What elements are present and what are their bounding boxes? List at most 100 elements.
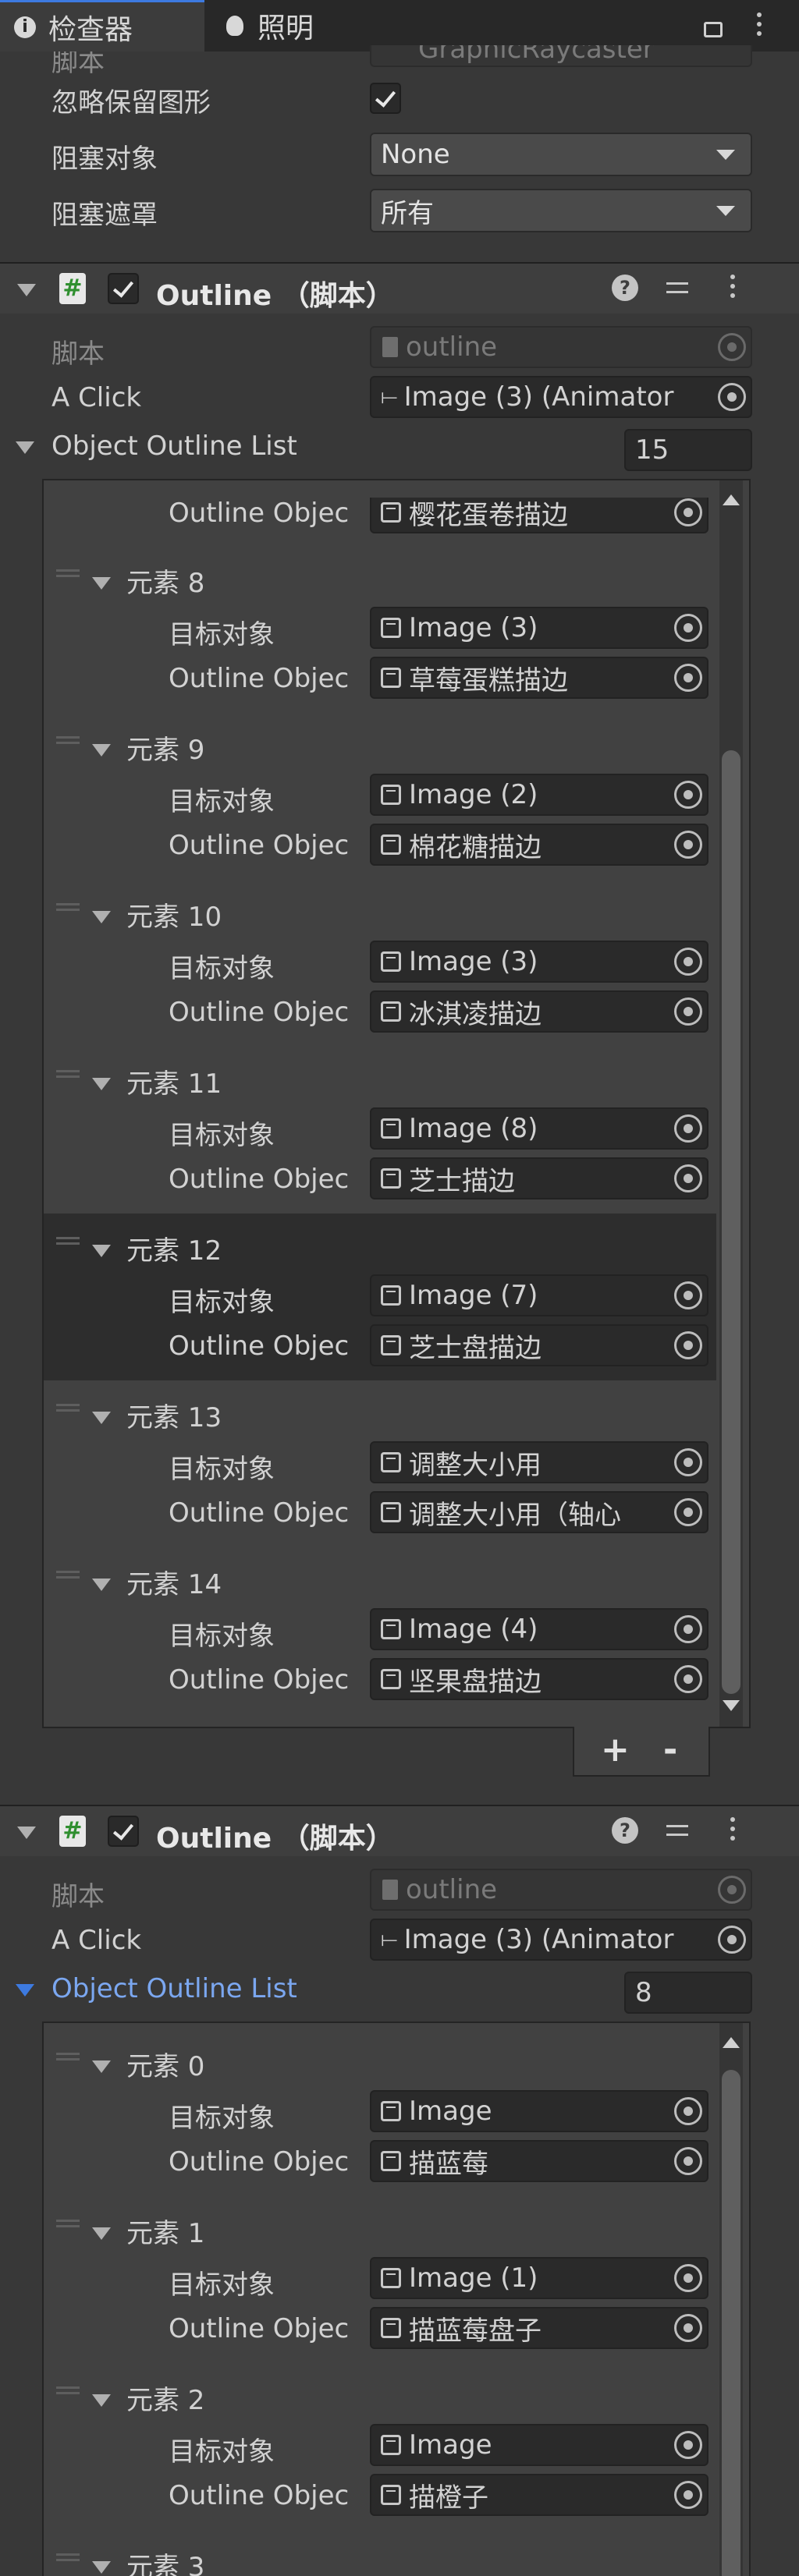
ignore-reversed-checkbox[interactable] (370, 83, 401, 114)
outline-object-field[interactable]: 描蓝莓盘子 (370, 2307, 708, 2349)
component-enabled-checkbox[interactable] (108, 273, 139, 304)
scroll-up-arrow-icon[interactable] (723, 494, 740, 505)
object-outline-list-label[interactable]: Object Outline List (51, 1973, 297, 2004)
object-picker-icon[interactable] (674, 1281, 702, 1309)
object-picker-icon[interactable] (674, 1164, 702, 1192)
aclick-field[interactable]: ⟝ Image (3) (Animator (370, 1919, 752, 1961)
object-picker-icon[interactable] (674, 997, 702, 1026)
list-size-field[interactable]: 8 (624, 1972, 752, 2014)
object-picker-icon[interactable] (718, 1876, 746, 1904)
outline-object-field[interactable]: 调整大小用（轴心 (370, 1491, 708, 1533)
element-foldout-arrow-icon[interactable] (92, 911, 111, 923)
drag-handle-icon[interactable] (56, 1571, 80, 1579)
tab-lighting[interactable]: 照明 (226, 0, 314, 51)
element-foldout-arrow-icon[interactable] (92, 2394, 111, 2407)
object-picker-icon[interactable] (674, 2264, 702, 2292)
element-foldout-arrow-icon[interactable] (92, 1579, 111, 1591)
element-header[interactable]: 元素 0 (126, 2045, 204, 2083)
drag-handle-icon[interactable] (56, 1070, 80, 1078)
object-picker-icon[interactable] (674, 2097, 702, 2125)
target-object-field[interactable]: Image (4) (370, 1608, 708, 1650)
scroll-thumb[interactable] (722, 2070, 740, 2576)
object-picker-icon[interactable] (674, 948, 702, 976)
drag-handle-icon[interactable] (56, 2553, 80, 2561)
partial-outline-field[interactable]: 樱花蛋卷描边 (370, 498, 708, 533)
drag-handle-icon[interactable] (56, 2386, 80, 2394)
drag-handle-icon[interactable] (56, 1237, 80, 1245)
outline-object-field[interactable]: 棉花糖描边 (370, 824, 708, 866)
tab-inspector[interactable]: i 检查器 (0, 0, 204, 51)
element-foldout-arrow-icon[interactable] (92, 744, 111, 757)
object-picker-icon[interactable] (674, 1615, 702, 1643)
target-object-field[interactable]: 调整大小用 (370, 1441, 708, 1483)
foldout-arrow-icon[interactable] (17, 284, 36, 296)
element-header[interactable]: 元素 10 (126, 895, 222, 934)
object-picker-icon[interactable] (674, 2431, 702, 2459)
object-picker-icon[interactable] (718, 1926, 746, 1954)
component-header-outline-2[interactable]: # Outline （脚本） ? (0, 1805, 799, 1856)
scroll-down-arrow-icon[interactable] (723, 1700, 740, 1711)
element-header[interactable]: 元素 2 (126, 2379, 204, 2417)
presets-icon[interactable] (666, 278, 688, 298)
lock-icon[interactable] (704, 22, 723, 37)
object-picker-icon[interactable] (718, 333, 746, 361)
element-foldout-arrow-icon[interactable] (92, 2227, 111, 2240)
object-picker-icon[interactable] (674, 2314, 702, 2342)
blocking-mask-dropdown[interactable]: 所有 (370, 189, 752, 232)
target-object-field[interactable]: Image (1) (370, 2257, 708, 2299)
target-object-field[interactable]: Image (370, 2090, 708, 2132)
object-picker-icon[interactable] (674, 831, 702, 859)
element-header[interactable]: 元素 1 (126, 2212, 204, 2250)
presets-icon[interactable] (666, 1820, 688, 1841)
add-element-button[interactable]: + (601, 1730, 630, 1770)
object-picker-icon[interactable] (674, 1114, 702, 1143)
remove-element-button[interactable]: - (663, 1730, 677, 1770)
component-enabled-checkbox[interactable] (108, 1816, 139, 1847)
help-icon[interactable]: ? (612, 1817, 638, 1844)
element-foldout-arrow-icon[interactable] (92, 2060, 111, 2073)
element-foldout-arrow-icon[interactable] (92, 1412, 111, 1424)
object-outline-list-label[interactable]: Object Outline List (51, 431, 297, 462)
list-size-field[interactable]: 15 (624, 429, 752, 471)
outline-object-field[interactable]: 冰淇凌描边 (370, 990, 708, 1033)
object-picker-icon[interactable] (674, 1331, 702, 1359)
scroll-up-arrow-icon[interactable] (723, 2037, 740, 2048)
blocking-objects-dropdown[interactable]: None (370, 133, 752, 176)
component-menu-icon[interactable] (730, 1817, 735, 1845)
outline-object-field[interactable]: 芝士描边 (370, 1157, 708, 1199)
drag-handle-icon[interactable] (56, 569, 80, 577)
outline-object-field[interactable]: 草莓蛋糕描边 (370, 657, 708, 699)
aclick-field[interactable]: ⟝ Image (3) (Animator (370, 376, 752, 418)
element-header[interactable]: 元素 13 (126, 1396, 222, 1434)
element-foldout-arrow-icon[interactable] (92, 1245, 111, 1257)
object-picker-icon[interactable] (674, 2147, 702, 2175)
object-picker-icon[interactable] (718, 383, 746, 411)
target-object-field[interactable]: Image (370, 2424, 708, 2466)
target-object-field[interactable]: Image (3) (370, 607, 708, 649)
target-object-field[interactable]: Image (2) (370, 774, 708, 816)
element-header[interactable]: 元素 11 (126, 1062, 222, 1100)
drag-handle-icon[interactable] (56, 2053, 80, 2060)
element-foldout-arrow-icon[interactable] (92, 1078, 111, 1090)
foldout-arrow-icon[interactable] (17, 1827, 36, 1839)
element-header[interactable]: 元素 12 (126, 1229, 222, 1267)
outline-object-field[interactable]: 坚果盘描边 (370, 1658, 708, 1700)
drag-handle-icon[interactable] (56, 903, 80, 911)
element-header[interactable]: 元素 3 (126, 2546, 204, 2576)
object-picker-icon[interactable] (674, 781, 702, 809)
drag-handle-icon[interactable] (56, 2220, 80, 2227)
component-menu-icon[interactable] (730, 275, 735, 303)
element-header[interactable]: 元素 8 (126, 562, 204, 600)
outline-object-field[interactable]: 芝士盘描边 (370, 1324, 708, 1366)
element-header[interactable]: 元素 14 (126, 1563, 222, 1601)
object-picker-icon[interactable] (674, 2481, 702, 2509)
target-object-field[interactable]: Image (3) (370, 941, 708, 983)
target-object-field[interactable]: Image (7) (370, 1274, 708, 1316)
help-icon[interactable]: ? (612, 275, 638, 301)
list-scrollbar[interactable] (719, 480, 743, 1727)
list-foldout-arrow-icon[interactable] (16, 1984, 34, 1997)
scroll-thumb[interactable] (722, 750, 740, 1694)
object-picker-icon[interactable] (674, 498, 702, 526)
component-header-outline-1[interactable]: # Outline （脚本） ? (0, 262, 799, 314)
drag-handle-icon[interactable] (56, 1404, 80, 1412)
